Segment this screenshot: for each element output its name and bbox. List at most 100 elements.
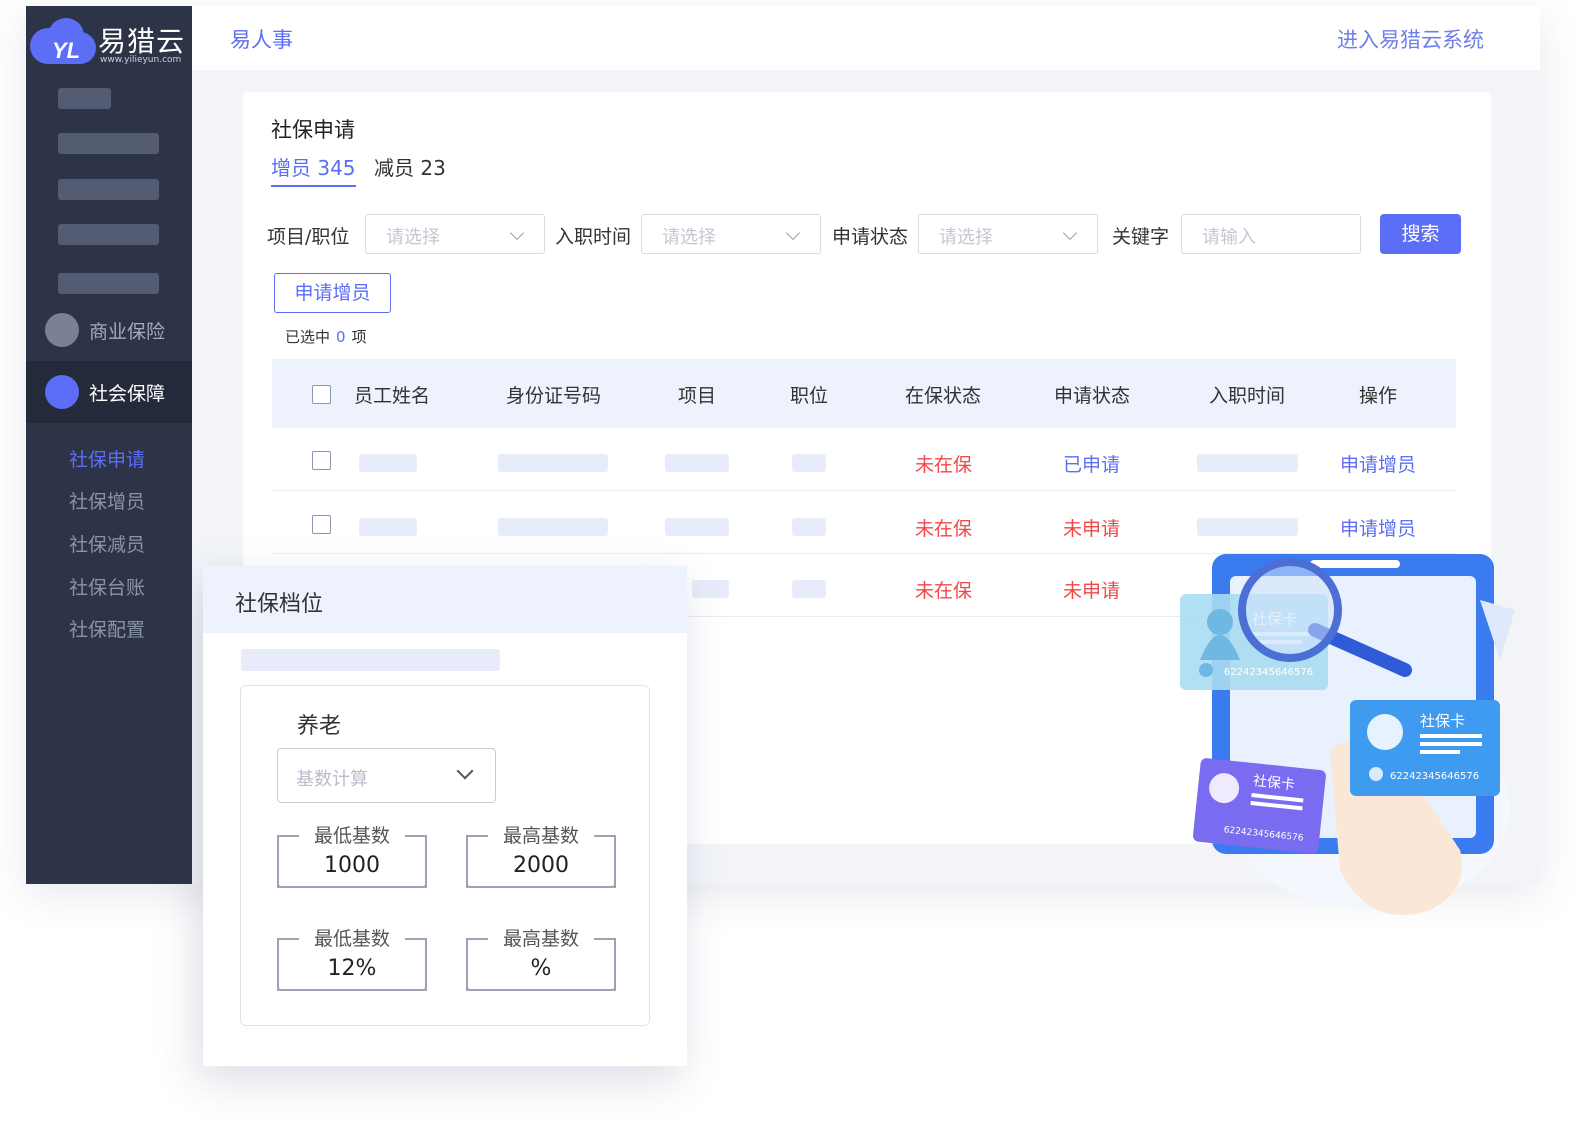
- apply-status: 已申请: [1063, 454, 1121, 476]
- column-header[interactable]: 在保状态: [905, 381, 981, 408]
- sidebar-sub-add[interactable]: 社保增员: [69, 487, 145, 514]
- insurance-tier-panel: 社保档位 养老 基数计算 最低基数 1000 最高基数 2000 最低基数 12…: [203, 566, 687, 1066]
- apply-status: 未申请: [1063, 580, 1121, 602]
- input-placeholder: 请输入: [1202, 227, 1256, 248]
- apply-status: 未申请: [1063, 518, 1121, 540]
- sidebar-sub-reduce[interactable]: 社保减员: [69, 530, 145, 557]
- table-row: 未在保 已申请 申请增员: [272, 428, 1456, 491]
- project-placeholder: [665, 518, 729, 536]
- entry-time-select[interactable]: 请选择: [641, 214, 821, 254]
- brand-url: www.yilieyun.com: [100, 55, 182, 65]
- pension-section: 养老 基数计算 最低基数 1000 最高基数 2000 最低基数 12% 最高基…: [240, 685, 650, 1026]
- field-value: %: [530, 956, 552, 981]
- sidebar: YL 易猎云 www.yilieyun.com 商业保险 社会保障 社保申请 社…: [26, 6, 192, 884]
- field-legend: 最高基数: [502, 928, 579, 950]
- page-title: 社保申请: [271, 118, 355, 142]
- card-number: 62242345646576: [1224, 667, 1313, 678]
- menu-placeholder[interactable]: [58, 273, 159, 294]
- filter-label-project: 项目/职位: [267, 226, 350, 248]
- chevron-down-icon: [785, 225, 801, 241]
- row-action-link[interactable]: 申请增员: [1340, 450, 1416, 477]
- field-value: 12%: [327, 956, 377, 981]
- tab-reduce[interactable]: 减员 23: [374, 152, 446, 181]
- selected-count: 0: [336, 328, 346, 346]
- position-placeholder: [792, 580, 826, 598]
- filter-label-entry-time: 入职时间: [555, 226, 632, 248]
- chevron-down-icon: [456, 762, 474, 780]
- insured-status: 未在保: [915, 454, 973, 476]
- brand-name: 易猎云: [98, 25, 186, 58]
- section-title: 养老: [297, 714, 342, 739]
- sidebar-sub-ledger[interactable]: 社保台账: [69, 573, 145, 600]
- magnifier-icon: [1238, 558, 1342, 662]
- social-security-card-illustration: 社保卡 62242345646576 社保卡 62242345646576 社保…: [1180, 554, 1515, 915]
- id-placeholder: [498, 454, 608, 472]
- selected-suffix: 项: [351, 328, 367, 346]
- menu-placeholder[interactable]: [58, 133, 159, 154]
- sidebar-item-social-security[interactable]: 社会保障: [26, 361, 192, 423]
- base-calc-select[interactable]: 基数计算: [277, 748, 496, 803]
- row-action-link[interactable]: 申请增员: [1340, 514, 1416, 541]
- cloud-logo-icon: YL: [30, 18, 96, 64]
- id-placeholder: [498, 518, 608, 536]
- tab-add[interactable]: 增员 345: [271, 152, 356, 187]
- menu-placeholder[interactable]: [58, 88, 111, 109]
- sidebar-item-commercial-insurance[interactable]: 商业保险: [26, 299, 192, 361]
- chevron-down-icon: [1062, 225, 1078, 241]
- row-checkbox[interactable]: [312, 451, 331, 470]
- brand-logo[interactable]: YL 易猎云 www.yilieyun.com: [26, 10, 192, 70]
- min-rate-field[interactable]: 最低基数 12%: [277, 928, 427, 991]
- apply-status-select[interactable]: 请选择: [918, 214, 1098, 254]
- sidebar-sub-apply[interactable]: 社保申请: [69, 445, 145, 472]
- card-number: 62242345646576: [1390, 771, 1479, 782]
- menu-placeholder[interactable]: [58, 224, 159, 245]
- select-all-checkbox[interactable]: [312, 385, 331, 404]
- select-placeholder: 请选择: [662, 227, 716, 248]
- column-header[interactable]: 员工姓名: [354, 381, 430, 408]
- panel-header: 社保档位: [203, 566, 687, 633]
- project-placeholder: [665, 454, 729, 472]
- search-button[interactable]: 搜索: [1380, 214, 1461, 254]
- sidebar-sub-config[interactable]: 社保配置: [69, 615, 145, 642]
- circle-icon: [45, 375, 79, 409]
- position-placeholder: [792, 454, 826, 472]
- field-value: 1000: [324, 853, 380, 878]
- sidebar-item-label: 商业保险: [89, 320, 166, 343]
- table-header: 员工姓名 身份证号码 项目 职位 在保状态 申请状态 入职时间 操作: [272, 359, 1456, 428]
- max-rate-field[interactable]: 最高基数 %: [466, 928, 616, 991]
- avatar-icon: [1367, 714, 1403, 750]
- app-title[interactable]: 易人事: [230, 24, 293, 54]
- max-base-field[interactable]: 最高基数 2000: [466, 825, 616, 888]
- apply-add-button[interactable]: 申请增员: [274, 273, 391, 313]
- project-placeholder: [692, 580, 729, 598]
- project-select[interactable]: 请选择: [365, 214, 545, 254]
- column-header[interactable]: 职位: [790, 381, 828, 408]
- field-legend: 最高基数: [502, 825, 579, 847]
- circle-icon: [45, 313, 79, 347]
- field-value: 2000: [513, 853, 569, 878]
- panel-placeholder-bar: [241, 649, 500, 671]
- position-placeholder: [792, 518, 826, 536]
- date-placeholder: [1197, 518, 1298, 536]
- column-header[interactable]: 操作: [1359, 381, 1397, 408]
- sidebar-item-label: 社会保障: [89, 382, 166, 405]
- column-header[interactable]: 项目: [678, 381, 716, 408]
- star-badge-icon: [1199, 663, 1213, 677]
- enter-system-link[interactable]: 进入易猎云系统: [1337, 24, 1484, 54]
- column-header[interactable]: 申请状态: [1054, 381, 1130, 408]
- row-checkbox[interactable]: [312, 515, 331, 534]
- column-header[interactable]: 入职时间: [1209, 381, 1285, 408]
- chevron-down-icon: [509, 225, 525, 241]
- name-placeholder: [359, 454, 417, 472]
- insured-status: 未在保: [915, 518, 973, 540]
- menu-placeholder[interactable]: [58, 179, 159, 200]
- logo-mark: YL: [52, 38, 80, 63]
- column-header[interactable]: 身份证号码: [506, 381, 601, 408]
- filter-label-apply-status: 申请状态: [832, 226, 909, 248]
- select-placeholder: 请选择: [386, 227, 440, 248]
- selected-prefix: 已选中: [285, 328, 331, 346]
- card-label: 社保卡: [1420, 712, 1465, 730]
- min-base-field[interactable]: 最低基数 1000: [277, 825, 427, 888]
- top-bar: 易人事 进入易猎云系统: [192, 6, 1540, 70]
- keyword-input[interactable]: 请输入: [1181, 214, 1361, 254]
